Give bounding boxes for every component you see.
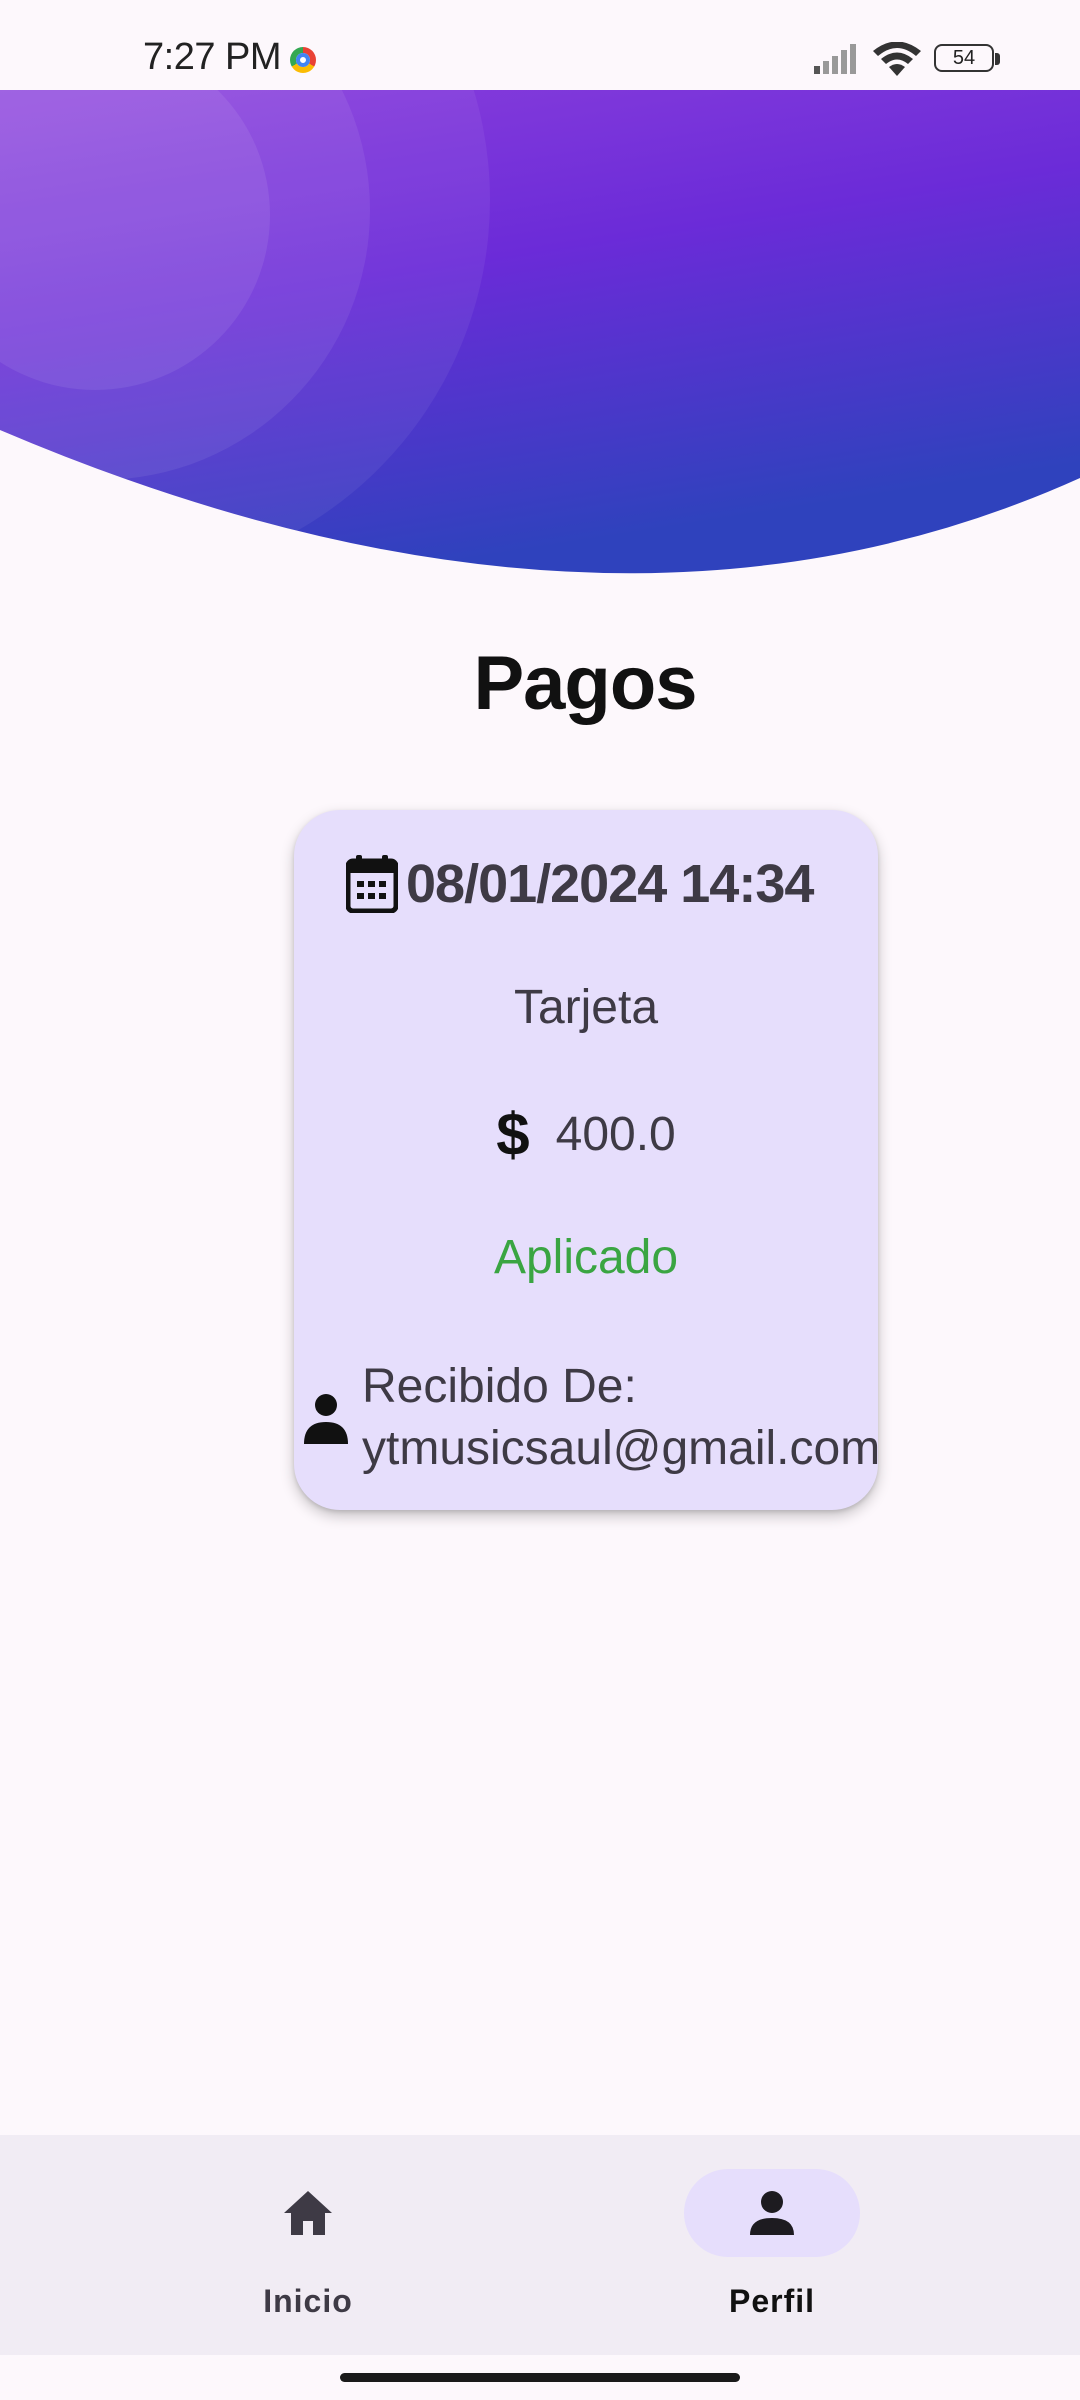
- signal-icon: [814, 44, 856, 74]
- header-banner: [0, 90, 1080, 574]
- payment-card[interactable]: 08/01/2024 14:34 Tarjeta $ 400.0 Aplicad…: [294, 810, 880, 1510]
- payment-date-row: 08/01/2024 14:34: [346, 844, 814, 924]
- payment-amount: 400.0: [555, 1108, 676, 1161]
- status-time: 7:27 PM: [143, 36, 282, 78]
- payment-amount-row: $ 400.0: [294, 1100, 878, 1169]
- wifi-icon: [873, 42, 921, 76]
- nav-label-perfil: Perfil: [728, 2283, 816, 2319]
- status-bar: 7:27 PM 54: [0, 0, 1080, 90]
- battery-level: 54: [952, 47, 976, 69]
- nav-label-inicio: Inicio: [263, 2283, 353, 2319]
- payment-method: Tarjeta: [513, 981, 659, 1034]
- home-icon: [284, 2191, 332, 2235]
- person-icon: [304, 1394, 348, 1444]
- nav-item-inicio[interactable]: Inicio: [60, 2135, 600, 2355]
- received-label: Recibido De:: [362, 1360, 637, 1413]
- received-email: ytmusicsaul@gmail.com: [362, 1422, 881, 1475]
- page-title: Pagos: [473, 641, 697, 726]
- nav-item-perfil[interactable]: Perfil: [524, 2135, 1064, 2355]
- payment-received-row: Recibido De: ytmusicsaul@gmail.com: [302, 1356, 880, 1480]
- calendar-icon: [346, 855, 398, 913]
- battery-icon: 54: [934, 44, 1000, 74]
- payment-date: 08/01/2024 14:34: [406, 854, 814, 914]
- person-icon: [750, 2191, 794, 2235]
- bottom-navigation: Inicio Perfil: [0, 2135, 1080, 2355]
- gesture-handle[interactable]: [340, 2373, 740, 2382]
- payment-status: Aplicado: [493, 1231, 679, 1284]
- chrome-icon: [290, 47, 316, 73]
- dollar-icon: $: [496, 1101, 530, 1168]
